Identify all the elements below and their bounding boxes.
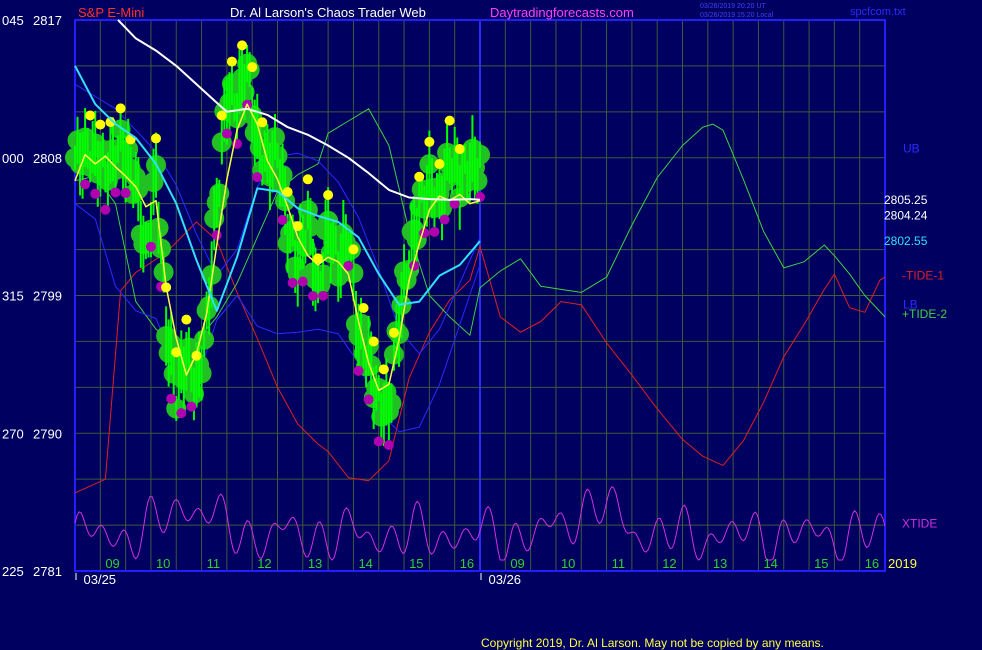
y-tick-label-angle: 270 [2,426,24,441]
y-tick-label-price: 2781 [33,564,62,579]
right-label: +TIDE-2 [902,307,947,321]
low-dot [120,187,131,198]
x-tick-label-hour: 09 [105,556,119,571]
author-title: Dr. Al Larson's Chaos Trader Web [230,5,426,20]
chart-svg: 045 2817 000 2808 315 2799 270 2790 225 2781 09 10 1… [0,0,982,650]
x-tick-label-hour: 16 [865,556,879,571]
low-dot [176,408,187,419]
high-dot [237,40,248,51]
low-dot [252,172,263,183]
high-dot [434,158,445,169]
low-dot [100,204,111,215]
x-tick-label-hour: 13 [308,556,322,571]
low-dot [307,291,318,302]
high-dot [216,110,227,121]
low-dot [145,241,156,252]
y-tick-label-angle: 315 [2,289,24,304]
y-tick-label-price: 2808 [33,151,62,166]
x-tick-label-hour: 10 [561,556,575,571]
right-label: 2805.25 [884,193,928,207]
high-dot [358,302,369,313]
low-dot [373,436,384,447]
high-dot [444,115,455,126]
high-dot [95,119,106,130]
right-label: 2802.55 [884,234,928,248]
low-dot [90,188,101,199]
right-label: 2804.24 [884,208,928,222]
low-dot [211,230,222,241]
x-tick-label-hour: 13 [713,556,727,571]
low-dot [297,276,308,287]
high-dot [115,103,126,114]
x-tick-label-hour: 16 [460,556,474,571]
y-tick-label-angle: 225 [2,564,24,579]
y-tick-label-price: 2817 [33,13,62,28]
high-dot [181,314,192,325]
high-dot [257,117,268,128]
low-dot [277,214,288,225]
high-dot [378,364,389,375]
high-dot [226,56,237,67]
instrument-title: S&P E-Mini [78,5,144,20]
low-dot [186,401,197,412]
high-dot [247,62,258,73]
low-dot [439,214,450,225]
right-label: UB [903,142,920,156]
copyright-text: Copyright 2019, Dr. Al Larson. May not b… [481,636,824,650]
low-dot [221,128,232,139]
low-dot [287,277,298,288]
low-dot [429,226,440,237]
y-tick-label-angle: 045 [2,13,24,28]
x-tick-label-hour: 12 [662,556,676,571]
low-dot [383,439,394,450]
high-dot [454,144,465,155]
high-dot [151,133,161,144]
x-date-label: 03/26 [489,572,522,587]
high-dot [302,174,313,185]
low-dot [166,393,177,404]
timestamp-utc: 03/26/2019 20:20 UT [700,3,766,10]
timestamp-local: 03/26/2019 15:20 Local [700,12,774,19]
y-tick-label-angle: 000 [2,151,24,166]
high-dot [348,244,359,255]
x-tick-label-hour: 10 [156,556,170,571]
right-label: -TIDE-1 [902,269,944,283]
high-dot [424,136,435,147]
low-dot [318,290,329,301]
y-tick-label-price: 2799 [33,289,62,304]
year-label: 2019 [888,556,917,571]
low-dot [353,365,364,376]
high-dot [323,189,334,200]
x-date-label: 03/25 [84,572,117,587]
low-dot [110,187,121,198]
x-tick-label-hour: 14 [763,556,777,571]
site-link[interactable]: Daytradingforecasts.com [490,5,634,20]
file-name: spcfcom.txt [850,6,906,18]
high-dot [368,336,379,347]
x-tick-label-hour: 15 [814,556,828,571]
low-dot [80,179,91,190]
high-dot [388,327,399,338]
high-dot [85,110,96,121]
x-tick-label-hour: 12 [257,556,271,571]
right-label: XTIDE [902,517,937,531]
x-tick-label-hour: 14 [358,556,372,571]
x-tick-label-hour: 11 [612,556,626,571]
x-tick-label-hour: 11 [207,556,221,571]
high-dot [414,171,425,182]
x-tick-label-hour: 15 [409,556,423,571]
y-tick-label-price: 2790 [33,426,62,441]
x-tick-label-hour: 09 [510,556,524,571]
low-dot [363,394,374,405]
